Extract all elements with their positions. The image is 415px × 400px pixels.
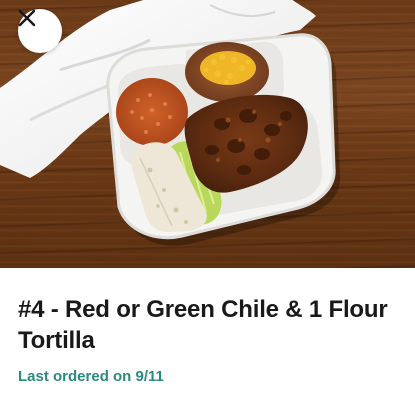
close-icon — [18, 9, 36, 27]
food-illustration — [0, 0, 341, 246]
last-ordered-text: Last ordered on 9/11 — [18, 368, 164, 385]
cheese — [200, 51, 256, 85]
item-photo — [0, 0, 415, 268]
item-detail-sheet: #4 - Red or Green Chile & 1 Flour Tortil… — [0, 0, 415, 400]
item-title: #4 - Red or Green Chile & 1 Flour Tortil… — [18, 296, 388, 354]
close-button[interactable] — [18, 9, 62, 53]
